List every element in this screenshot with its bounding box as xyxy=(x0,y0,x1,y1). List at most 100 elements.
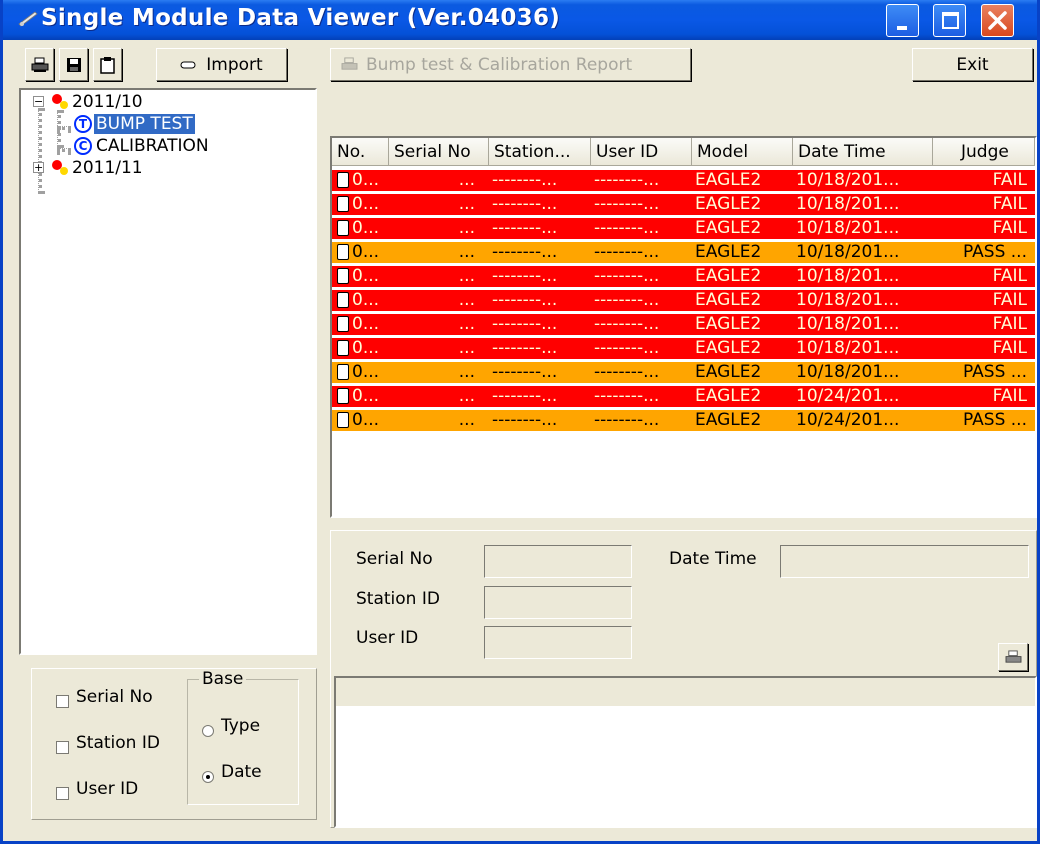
app-window: Single Module Data Viewer (Ver.04036) Im… xyxy=(0,0,1040,844)
table-row[interactable]: 0...... --------... --------... EAGLE2 10/18… xyxy=(332,218,1035,239)
cell-station: --------... xyxy=(492,314,558,334)
cell-judge: PASS ... xyxy=(963,410,1027,430)
cell-serial-no: ... xyxy=(458,290,475,310)
detail-station-label: Station ID xyxy=(356,589,440,609)
detail-print-button[interactable] xyxy=(998,643,1028,671)
clipboard-button[interactable] xyxy=(93,48,122,81)
table-row[interactable]: 0...... --------... --------... EAGLE2 10/18… xyxy=(332,242,1035,263)
cell-date-time: 10/18/201... xyxy=(796,290,900,310)
cell-date-time: 10/24/201... xyxy=(796,386,900,406)
cell-judge: FAIL xyxy=(992,386,1027,406)
record-icon xyxy=(337,220,349,236)
cell-no: 0... xyxy=(332,170,389,191)
table-row[interactable]: 0...... --------... --------... EAGLE2 10/18… xyxy=(332,194,1035,215)
date-tree[interactable]: − 2011/10 T BUMP TEST C CALIBRATION + 20… xyxy=(19,88,317,655)
cell-no-text: 0... xyxy=(352,362,380,382)
cell-no: 0... xyxy=(332,410,389,431)
cell-user-id: --------... xyxy=(594,194,660,214)
cell-user-id: --------... xyxy=(594,362,660,382)
cell-no: 0... xyxy=(332,314,389,335)
detail-datetime-label: Date Time xyxy=(669,549,757,569)
cell-date-time: 10/18/201... xyxy=(796,218,900,238)
exit-button[interactable]: Exit xyxy=(912,48,1033,81)
serial-no-checkbox[interactable] xyxy=(56,695,69,708)
cell-model: EAGLE2 xyxy=(695,266,762,286)
table-row[interactable]: 0...... --------... --------... EAGLE2 10/18… xyxy=(332,290,1035,311)
column-header-serial-no[interactable]: Serial No xyxy=(389,138,489,166)
maximize-icon xyxy=(942,12,959,29)
cell-station: --------... xyxy=(492,338,558,358)
close-button[interactable] xyxy=(981,4,1014,37)
cell-serial-no: ... xyxy=(458,362,475,382)
table-row[interactable]: 0...... --------... --------... EAGLE2 10/24… xyxy=(332,410,1035,431)
import-label: Import xyxy=(206,54,263,75)
cell-serial-no: ... xyxy=(458,314,475,334)
list-header: No. Serial No Station... User ID Model D… xyxy=(332,138,1035,166)
cell-judge: FAIL xyxy=(992,338,1027,358)
column-header-judge[interactable]: Judge xyxy=(933,138,1035,166)
title-bar[interactable]: Single Module Data Viewer (Ver.04036) xyxy=(3,0,1037,40)
cell-no-text: 0... xyxy=(352,266,380,286)
cell-model: EAGLE2 xyxy=(695,338,762,358)
date-radio-label: Date xyxy=(221,762,262,782)
save-button[interactable] xyxy=(59,48,88,81)
report-button[interactable]: Bump test & Calibration Report xyxy=(330,48,691,81)
cell-date-time: 10/18/201... xyxy=(796,314,900,334)
cell-model: EAGLE2 xyxy=(695,242,762,262)
tree-connector xyxy=(38,108,42,194)
cell-serial-no: ... xyxy=(458,386,475,406)
column-header-date-time[interactable]: Date Time xyxy=(793,138,933,166)
table-row[interactable]: 0...... --------... --------... EAGLE2 10/18… xyxy=(332,314,1035,335)
expand-icon[interactable]: + xyxy=(33,162,44,173)
printer-icon xyxy=(31,57,48,72)
print-button[interactable] xyxy=(25,48,54,81)
cell-date-time: 10/18/201... xyxy=(796,362,900,382)
table-row[interactable]: 0...... --------... --------... EAGLE2 10/18… xyxy=(332,266,1035,287)
serial-no-field xyxy=(484,545,632,578)
cell-serial-no: ... xyxy=(458,338,475,358)
column-header-station[interactable]: Station... xyxy=(489,138,591,166)
station-id-checkbox[interactable] xyxy=(56,741,69,754)
cell-serial-no: ... xyxy=(458,194,475,214)
maximize-button[interactable] xyxy=(933,4,966,37)
cell-model: EAGLE2 xyxy=(695,170,762,190)
table-row[interactable]: 0...... --------... --------... EAGLE2 10/18… xyxy=(332,362,1035,383)
record-icon xyxy=(337,268,349,284)
table-row[interactable]: 0...... --------... --------... EAGLE2 10/18… xyxy=(332,338,1035,359)
import-button[interactable]: Import xyxy=(156,48,287,81)
serial-no-filter-label: Serial No xyxy=(76,687,153,707)
cell-station: --------... xyxy=(492,170,558,190)
column-header-user-id[interactable]: User ID xyxy=(591,138,692,166)
record-icon xyxy=(337,364,349,380)
column-header-no[interactable]: No. xyxy=(332,138,389,166)
detail-records-box[interactable] xyxy=(334,676,1037,828)
station-id-filter-label: Station ID xyxy=(76,733,160,753)
tree-node-label: 2011/11 xyxy=(72,158,143,178)
cell-no-text: 0... xyxy=(352,290,380,310)
minimize-button[interactable] xyxy=(886,4,919,37)
collapse-icon[interactable]: − xyxy=(33,96,44,107)
column-header-model[interactable]: Model xyxy=(692,138,793,166)
cell-model: EAGLE2 xyxy=(695,218,762,238)
cell-no-text: 0... xyxy=(352,218,380,238)
cell-serial-no: ... xyxy=(458,266,475,286)
results-list[interactable]: No. Serial No Station... User ID Model D… xyxy=(330,136,1037,518)
cell-no-text: 0... xyxy=(352,386,380,406)
cell-no: 0... xyxy=(332,290,389,311)
cell-station: --------... xyxy=(492,290,558,310)
cell-model: EAGLE2 xyxy=(695,314,762,334)
type-radio[interactable] xyxy=(202,725,214,737)
filter-panel: Serial No Station ID User ID Base Type D… xyxy=(31,668,317,820)
user-id-checkbox[interactable] xyxy=(56,787,69,800)
cell-model: EAGLE2 xyxy=(695,290,762,310)
cell-date-time: 10/18/201... xyxy=(796,170,900,190)
cell-station: --------... xyxy=(492,194,558,214)
date-radio[interactable] xyxy=(202,771,214,783)
cell-judge: FAIL xyxy=(992,170,1027,190)
record-icon xyxy=(337,388,349,404)
cell-date-time: 10/18/201... xyxy=(796,194,900,214)
table-row[interactable]: 0...... --------... --------... EAGLE2 10/18… xyxy=(332,170,1035,191)
cell-judge: FAIL xyxy=(992,194,1027,214)
cell-model: EAGLE2 xyxy=(695,194,762,214)
table-row[interactable]: 0...... --------... --------... EAGLE2 10/24… xyxy=(332,386,1035,407)
